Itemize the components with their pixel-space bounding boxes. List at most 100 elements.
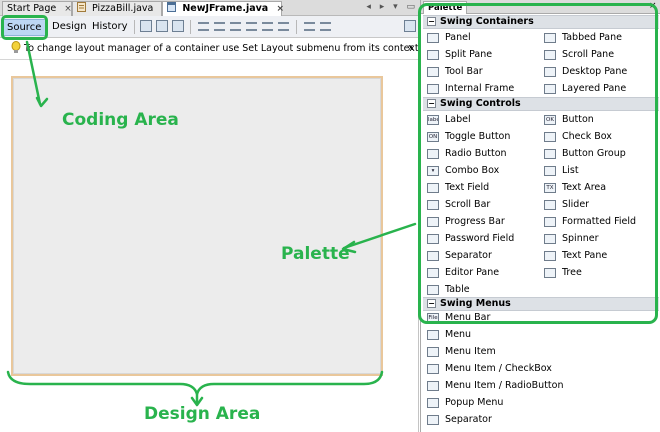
palette-item-label: Editor Pane	[445, 267, 500, 278]
popup-menu-icon	[427, 398, 439, 408]
palette-item-label: Combo Box	[445, 165, 500, 176]
designer-toolbar: Source Design History	[0, 16, 420, 38]
spinner-icon	[544, 234, 556, 244]
collapse-icon[interactable]: −	[427, 17, 436, 26]
palette-item-label: Button	[562, 114, 594, 125]
collapse-icon[interactable]: −	[427, 99, 436, 108]
palette-item-label: Check Box	[562, 131, 612, 142]
source-view-button[interactable]: Source	[2, 19, 47, 36]
toolbar-separator	[190, 20, 191, 34]
preview-design-icon[interactable]	[172, 20, 184, 32]
resize-height-icon[interactable]	[320, 22, 331, 31]
tab-start-page[interactable]: Start Page ×	[2, 1, 72, 16]
palette-item-label: Menu Item / CheckBox	[445, 363, 552, 374]
layered-pane-icon	[544, 84, 556, 94]
progress-bar-icon	[427, 217, 439, 227]
scroll-pane-icon	[544, 50, 556, 60]
close-icon[interactable]: ×	[64, 4, 72, 14]
palette-item-label: Text Pane	[562, 250, 608, 261]
java-file-icon	[77, 2, 86, 12]
center-vertically-icon[interactable]	[278, 22, 289, 31]
scroll-bar-icon	[427, 200, 439, 210]
internal-frame-icon	[427, 84, 439, 94]
palette-item-label: Label	[445, 114, 471, 125]
palette-tab-strip: Palette ×	[421, 0, 660, 14]
palette-category-label: Swing Controls	[440, 98, 521, 109]
text-area-icon: TX	[544, 183, 556, 193]
palette-tab[interactable]: Palette	[423, 1, 468, 14]
palette-item-label: Tabbed Pane	[562, 32, 622, 43]
slider-icon	[544, 200, 556, 210]
palette-window: Palette × − Swing Containers Panel Tabbed P…	[420, 0, 660, 432]
editor-pane-icon	[427, 268, 439, 278]
toolbar-overflow-icon[interactable]	[404, 20, 416, 32]
palette-item-label: Tree	[562, 267, 582, 278]
tab-label: NewJFrame.java	[182, 3, 269, 14]
design-area-annotation: Design Area	[144, 404, 261, 424]
align-bottom-icon[interactable]	[262, 22, 273, 31]
design-view-button[interactable]: Design	[48, 19, 91, 36]
palette-item-label: Layered Pane	[562, 83, 627, 94]
resize-width-icon[interactable]	[304, 22, 315, 31]
text-field-icon	[427, 183, 439, 193]
tab-navigation-arrows-icon[interactable]: ◂ ▸ ▾ ▭	[366, 2, 418, 12]
toolbar-separator	[134, 20, 135, 34]
button-icon: OK	[544, 115, 556, 125]
palette-item-label: Table	[445, 284, 470, 295]
palette-item-label: Formatted Field	[562, 216, 637, 227]
hint-message: To change layout manager of a container …	[24, 43, 452, 54]
palette-category-swing-controls[interactable]: − Swing Controls	[423, 97, 659, 111]
separator-icon	[427, 415, 439, 425]
hint-bar: To change layout manager of a container …	[0, 38, 452, 60]
editor-tab-strip: Start Page × PizzaBill.java × NewJFrame.…	[0, 0, 420, 16]
collapse-icon[interactable]: −	[427, 299, 436, 308]
palette-item-label: Separator	[445, 414, 492, 425]
palette-item-label: Menu Item	[445, 346, 496, 357]
palette-item-label: Radio Button	[445, 148, 507, 159]
menu-icon	[427, 330, 439, 340]
palette-annotation: Palette	[281, 244, 350, 264]
palette-item-label: Internal Frame	[445, 83, 515, 94]
menu-item-radiobutton-icon	[427, 381, 439, 391]
align-left-icon[interactable]	[198, 22, 209, 31]
close-icon[interactable]: ×	[277, 4, 285, 14]
palette-item-label: Menu Item / RadioButton	[445, 380, 564, 391]
lightbulb-icon	[11, 41, 21, 55]
formatted-field-icon	[544, 217, 556, 227]
align-right-icon[interactable]	[214, 22, 225, 31]
palette-item-label: Text Field	[445, 182, 490, 193]
menu-item-icon	[427, 347, 439, 357]
hint-close-button[interactable]: x	[408, 43, 413, 53]
palette-item-label: Scroll Pane	[562, 49, 615, 60]
palette-category-swing-menus[interactable]: − Swing Menus	[423, 297, 659, 311]
align-top-icon[interactable]	[246, 22, 257, 31]
radio-button-icon	[427, 149, 439, 159]
palette-category-swing-containers[interactable]: − Swing Containers	[423, 15, 659, 29]
close-icon[interactable]: ×	[649, 1, 657, 11]
palette-item-label: Text Area	[562, 182, 607, 193]
selection-mode-icon[interactable]	[140, 20, 152, 32]
toggle-button-icon: ON	[427, 132, 439, 142]
tab-newjframe-java[interactable]: NewJFrame.java ×	[162, 1, 285, 16]
palette-item-label: Tool Bar	[445, 66, 483, 77]
tab-label: Start Page	[7, 3, 57, 14]
label-icon: label	[427, 115, 439, 125]
palette-item-label: Password Field	[445, 233, 515, 244]
palette-item-label: Spinner	[562, 233, 599, 244]
password-field-icon	[427, 234, 439, 244]
palette-item-label: Desktop Pane	[562, 66, 628, 77]
palette-item-label: Toggle Button	[445, 131, 511, 142]
tab-label: PizzaBill.java	[92, 3, 154, 14]
history-view-button[interactable]: History	[88, 19, 132, 36]
center-horizontally-icon[interactable]	[230, 22, 241, 31]
palette-item-label: Popup Menu	[445, 397, 504, 408]
connection-mode-icon[interactable]	[156, 20, 168, 32]
button-group-icon	[544, 149, 556, 159]
form-file-icon	[167, 2, 176, 12]
check-box-icon	[544, 132, 556, 142]
menu-item-checkbox-icon	[427, 364, 439, 374]
palette-item-label: Slider	[562, 199, 590, 210]
tab-pizzabill-java[interactable]: PizzaBill.java ×	[72, 1, 169, 16]
palette-item-label: Split Pane	[445, 49, 493, 60]
panel-icon	[427, 33, 439, 43]
